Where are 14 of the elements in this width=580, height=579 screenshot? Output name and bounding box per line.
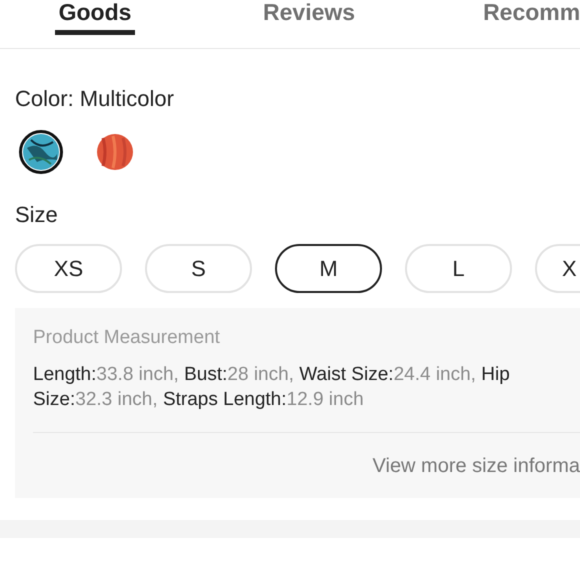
measurement-text: Length:33.8 inch, Bust:28 inch, Waist Size:24.4 inch, Hip Size:32.3 inch, Straps Length:12.9 inch bbox=[33, 363, 511, 412]
size-option[interactable]: L bbox=[405, 244, 512, 293]
measurement-title: Product Measurement bbox=[33, 326, 221, 350]
size-label: Size bbox=[14, 202, 59, 228]
view-more-link[interactable]: View more size informa bbox=[372, 454, 580, 478]
color-label: Color: Multicolor bbox=[14, 86, 175, 112]
tab[interactable]: Recomm bbox=[483, 0, 580, 35]
size-option[interactable]: M bbox=[275, 244, 382, 293]
color-swatch[interactable] bbox=[19, 130, 63, 174]
tab[interactable]: Reviews bbox=[263, 0, 356, 35]
size-option[interactable]: XS bbox=[15, 244, 122, 293]
size-option[interactable]: X bbox=[535, 244, 580, 293]
tab[interactable]: Goods bbox=[55, 0, 135, 35]
size-option[interactable]: S bbox=[145, 244, 252, 293]
